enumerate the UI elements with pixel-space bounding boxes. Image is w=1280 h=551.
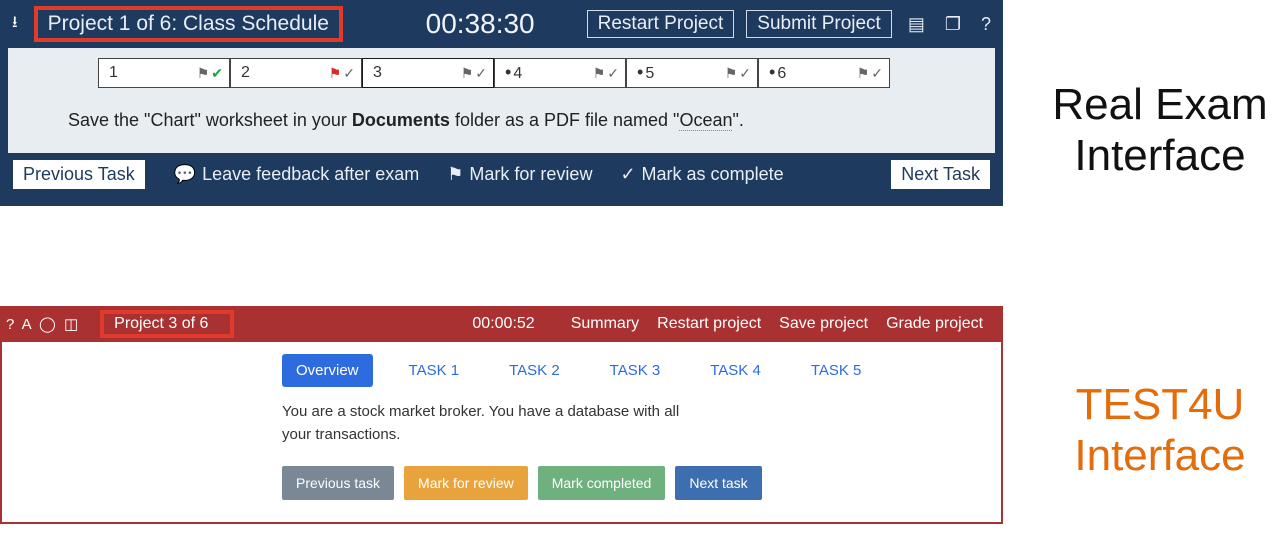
task-number: 4 — [513, 65, 522, 82]
task-tab-5[interactable]: •5 ⚑✓ — [626, 58, 758, 88]
task-tabs: 1 ⚑✔ 2 ⚑✓ 3 ⚑✓ •4 ⚑✓ •5 ⚑✓ — [8, 48, 995, 98]
mark-completed-button[interactable]: Mark completed — [538, 466, 666, 500]
flag-icon: ⚑ — [197, 65, 210, 82]
windows-icon[interactable]: ❐ — [941, 12, 965, 37]
task-number: 3 — [373, 64, 382, 82]
check-icon: ✓ — [475, 65, 487, 82]
exam-timer: 00:38:30 — [426, 8, 575, 40]
task-number: 6 — [777, 65, 786, 82]
tab-task-1[interactable]: TASK 1 — [395, 354, 474, 387]
next-task-button[interactable]: Next Task — [890, 159, 991, 190]
mark-review-button[interactable]: ⚑ Mark for review — [447, 164, 592, 185]
task-tab-3[interactable]: 3 ⚑✓ — [362, 58, 494, 88]
check-icon: ✓ — [739, 65, 751, 82]
next-task-button[interactable]: Next task — [675, 466, 761, 500]
flag-icon: ⚑ — [593, 65, 606, 82]
previous-task-button[interactable]: Previous Task — [12, 159, 146, 190]
check-icon: ✓ — [607, 65, 619, 82]
leave-feedback-button[interactable]: 💬 Leave feedback after exam — [174, 164, 420, 185]
project-description: You are a stock market broker. You have … — [282, 401, 702, 466]
tab-task-5[interactable]: TASK 5 — [797, 354, 876, 387]
save-project-link[interactable]: Save project — [779, 315, 868, 333]
flag-icon: ⚑ — [725, 65, 738, 82]
task-number: 1 — [109, 64, 118, 82]
test4u-label: TEST4UInterface — [1040, 380, 1280, 481]
check-icon: ✓ — [871, 65, 883, 82]
calculator-icon[interactable]: ▤ — [904, 12, 929, 37]
summary-link[interactable]: Summary — [571, 315, 639, 333]
task-number: 5 — [645, 65, 654, 82]
task-tab-2[interactable]: 2 ⚑✓ — [230, 58, 362, 88]
real-exam-label: Real ExamInterface — [1040, 80, 1280, 181]
leave-feedback-label: Leave feedback after exam — [202, 164, 419, 185]
tab-task-4[interactable]: TASK 4 — [696, 354, 775, 387]
submit-project-button[interactable]: Submit Project — [746, 10, 892, 38]
tab-overview[interactable]: Overview — [282, 354, 373, 387]
restart-project-link[interactable]: Restart project — [657, 315, 761, 333]
project-title: Project 3 of 6 — [100, 310, 234, 338]
project-title: Project 1 of 6: Class Schedule — [34, 6, 343, 42]
exam-timer: 00:00:52 — [472, 315, 534, 333]
previous-task-button[interactable]: Previous task — [282, 466, 394, 500]
real-exam-panel: ⭳ Project 1 of 6: Class Schedule 00:38:3… — [0, 0, 1003, 206]
task-number: 2 — [241, 64, 250, 82]
chat-icon: 💬 — [174, 164, 196, 185]
mark-review-label: Mark for review — [469, 164, 592, 185]
check-icon: ✔ — [211, 65, 223, 82]
help-icon[interactable]: ? — [977, 12, 995, 37]
restart-project-button[interactable]: Restart Project — [587, 10, 735, 38]
task-tab-1[interactable]: 1 ⚑✔ — [98, 58, 230, 88]
task-instruction: Save the "Chart" worksheet in your Docum… — [8, 98, 995, 145]
download-icon[interactable]: ⭳ — [8, 11, 22, 38]
flag-icon: ⚑ — [461, 65, 474, 82]
mark-review-button[interactable]: Mark for review — [404, 466, 528, 500]
flag-icon: ⚑ — [447, 164, 463, 185]
flag-icon: ⚑ — [329, 65, 342, 82]
toolbar-icons[interactable]: ? A ◯ ◫ — [6, 315, 82, 333]
grade-project-link[interactable]: Grade project — [886, 315, 983, 333]
mark-complete-button[interactable]: ✓ Mark as complete — [620, 164, 783, 185]
flag-icon: ⚑ — [857, 65, 870, 82]
mark-complete-label: Mark as complete — [642, 164, 784, 185]
tab-task-3[interactable]: TASK 3 — [596, 354, 675, 387]
check-icon: ✓ — [343, 65, 355, 82]
test4u-panel: ? A ◯ ◫ Project 3 of 6 00:00:52 Summary … — [0, 306, 1003, 524]
task-tabs: Overview TASK 1 TASK 2 TASK 3 TASK 4 TAS… — [282, 354, 1001, 401]
check-icon: ✓ — [620, 164, 635, 185]
task-tab-6[interactable]: •6 ⚑✓ — [758, 58, 890, 88]
task-tab-4[interactable]: •4 ⚑✓ — [494, 58, 626, 88]
tab-task-2[interactable]: TASK 2 — [495, 354, 574, 387]
